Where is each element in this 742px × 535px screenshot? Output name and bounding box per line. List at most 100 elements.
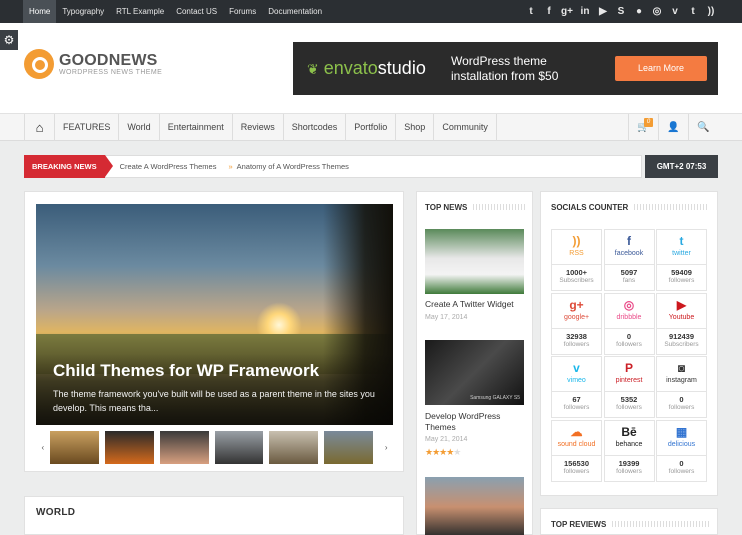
- cart-icon[interactable]: 🛒 0: [628, 114, 658, 141]
- social-counter-behance[interactable]: Bē behance 19399 followers: [603, 419, 655, 482]
- counter-label: Subscribers: [559, 277, 594, 284]
- news-title[interactable]: Create A Twitter Widget: [425, 299, 524, 310]
- logo-name: GOODNEWS: [59, 51, 158, 69]
- gear-icon[interactable]: ⚙: [0, 30, 18, 50]
- counter-label: followers: [616, 404, 642, 411]
- slide-thumbnail[interactable]: [324, 430, 374, 464]
- user-icon[interactable]: 👤: [658, 114, 688, 141]
- youtube-icon[interactable]: ▶: [594, 6, 612, 17]
- slide-thumbnail[interactable]: [49, 430, 99, 464]
- social-name: twitter: [672, 250, 691, 257]
- social-counter-facebook[interactable]: f facebook 5097 fans: [603, 229, 655, 291]
- top-nav-rtl-example[interactable]: RTL Example: [110, 0, 170, 23]
- counter-value: 5352: [620, 395, 638, 404]
- slide-thumbnail[interactable]: [104, 430, 154, 464]
- social-icon: v: [573, 361, 580, 375]
- news-thumbnail[interactable]: [425, 477, 524, 535]
- rss-icon[interactable]: )): [702, 6, 720, 17]
- google-plus-icon[interactable]: g+: [558, 6, 576, 17]
- search-icon[interactable]: 🔍: [688, 114, 718, 141]
- counter-value: 156530: [563, 458, 590, 468]
- nav-features[interactable]: FEATURES: [55, 114, 120, 141]
- dribbble-icon[interactable]: ◎: [648, 6, 666, 17]
- breaking-news-item[interactable]: Create A WordPress Themes: [120, 162, 217, 171]
- widget-title: SOCIALS COUNTER: [551, 201, 709, 213]
- chevron-right-icon: »: [228, 162, 233, 171]
- breaking-news-bar: BREAKING NEWS Create A WordPress Themes …: [24, 155, 642, 178]
- nav-world[interactable]: World: [119, 114, 160, 141]
- ad-banner[interactable]: ❦ envatostudio WordPress theme installat…: [293, 42, 718, 95]
- featured-slide[interactable]: Child Themes for WP Framework The theme …: [36, 204, 393, 425]
- news-thumbnail[interactable]: Samsung GALAXY S5: [425, 340, 524, 405]
- header: GOODNEWS WORDPRESS NEWS THEME ❦ envatost…: [0, 23, 742, 113]
- social-icon: )): [572, 234, 581, 248]
- social-counter-vimeo[interactable]: v vimeo 67 followers: [551, 356, 602, 418]
- vimeo-icon[interactable]: v: [666, 6, 684, 17]
- social-icon: t: [679, 234, 684, 248]
- top-nav-contact-us[interactable]: Contact US: [170, 0, 223, 23]
- slide-excerpt: The theme framework you've built will be…: [53, 389, 375, 413]
- social-icon: ◎: [623, 297, 635, 312]
- breaking-news-items: Create A WordPress Themes » Anatomy of A…: [120, 162, 361, 171]
- social-name: google+: [563, 313, 590, 321]
- slide-thumbnail[interactable]: [159, 430, 209, 464]
- social-counter-dribbble[interactable]: ◎ dribbble 0 followers: [603, 292, 655, 355]
- nav-entertainment[interactable]: Entertainment: [160, 114, 233, 141]
- counter-label: followers: [668, 467, 695, 475]
- world-section: WORLD: [24, 496, 404, 535]
- social-counter-google-[interactable]: g+ google+ 32938 followers: [551, 292, 602, 355]
- counter-value: 0: [626, 331, 632, 341]
- nav-reviews[interactable]: Reviews: [233, 114, 284, 141]
- widget-title: TOP NEWS: [425, 201, 525, 213]
- top-nav-forums[interactable]: Forums: [223, 0, 262, 23]
- learn-more-button[interactable]: Learn More: [615, 56, 707, 81]
- social-icon: P: [624, 361, 633, 375]
- home-icon[interactable]: ⌂: [24, 114, 55, 141]
- slide-thumbnail[interactable]: [214, 430, 264, 464]
- counter-top: ☁ sound cloud: [552, 421, 601, 456]
- top-nav-home[interactable]: Home: [23, 0, 57, 23]
- flickr-icon[interactable]: ●: [630, 6, 648, 17]
- news-thumbnail[interactable]: [425, 229, 524, 294]
- nav-shortcodes[interactable]: Shortcodes: [284, 114, 347, 141]
- site-logo[interactable]: GOODNEWS WORDPRESS NEWS THEME: [24, 49, 162, 79]
- chevron-left-icon[interactable]: ‹: [36, 443, 50, 452]
- social-counter-twitter[interactable]: t twitter 59409 followers: [656, 229, 707, 291]
- banner-brand-post: studio: [377, 58, 426, 78]
- breaking-news-item[interactable]: Anatomy of A WordPress Themes: [237, 162, 349, 171]
- envato-leaf-icon: ❦: [307, 61, 319, 77]
- social-icon: f: [627, 234, 631, 248]
- social-counter-sound-cloud[interactable]: ☁ sound cloud 156530 followers: [551, 419, 602, 482]
- chevron-right-icon[interactable]: ›: [379, 443, 393, 452]
- news-date: May 21, 2014: [425, 436, 468, 443]
- social-counter-youtube[interactable]: ▶ Youtube 912439 Subscribers: [656, 292, 707, 355]
- slide-thumbnails: ‹ ›: [36, 430, 393, 464]
- section-title: WORLD: [36, 507, 76, 518]
- nav-shop[interactable]: Shop: [396, 114, 435, 141]
- social-counter-pinterest[interactable]: Ppinterest 5352 followers: [603, 356, 655, 418]
- counter-top: )) RSS: [552, 230, 601, 265]
- social-counter-rss[interactable]: )) RSS 1000+ Subscribers: [551, 229, 602, 291]
- nav-tools: 🛒 0 👤 🔍: [628, 114, 718, 141]
- news-title[interactable]: Develop WordPress Themes: [425, 411, 524, 433]
- nav-portfolio[interactable]: Portfolio: [346, 114, 397, 141]
- counter-top: f facebook: [604, 230, 654, 265]
- skype-icon[interactable]: S: [612, 6, 630, 17]
- slide-title[interactable]: Child Themes for WP Framework: [53, 361, 319, 381]
- tumblr-icon[interactable]: t: [684, 6, 702, 17]
- social-counter-delicious[interactable]: ▦ delicious 0 followers: [656, 419, 707, 482]
- twitter-icon[interactable]: t: [522, 6, 540, 17]
- facebook-icon[interactable]: f: [540, 6, 558, 17]
- top-nav-documentation[interactable]: Documentation: [262, 0, 328, 23]
- nav-community[interactable]: Community: [434, 114, 497, 141]
- social-counter-instagram[interactable]: ◙ instagram 0 followers: [656, 356, 707, 418]
- counter-label: followers: [563, 340, 590, 348]
- top-news-widget: TOP NEWS Create A Twitter Widget May 17,…: [416, 191, 533, 535]
- slide-thumbnail[interactable]: [269, 430, 319, 464]
- linkedin-icon[interactable]: in: [576, 6, 594, 17]
- main-nav: ⌂ FEATURES World Entertainment Reviews S…: [0, 113, 742, 141]
- social-icon: ▶: [676, 297, 687, 312]
- counter-value: 32938: [566, 331, 587, 341]
- top-nav-typography[interactable]: Typography: [56, 0, 110, 23]
- social-name: pinterest: [615, 377, 643, 384]
